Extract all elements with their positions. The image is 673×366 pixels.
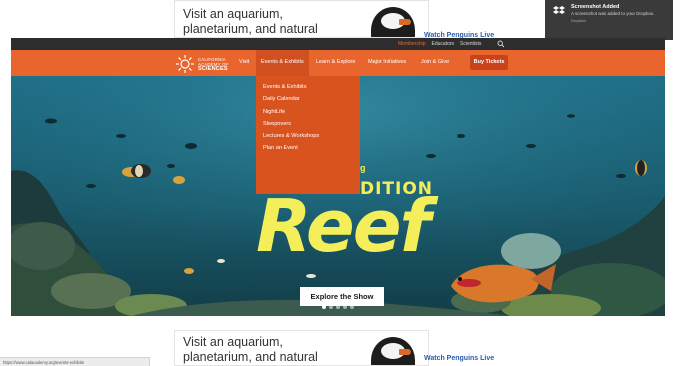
ad-banner-top[interactable]: Visit an aquarium, planetarium, and natu… [174, 0, 429, 38]
dropdown-item-lectures-workshops[interactable]: Lectures & Workshops [263, 130, 360, 142]
notification-source: Dropbox [571, 18, 587, 23]
ad-text: Visit an aquarium, planetarium, and natu… [183, 7, 318, 36]
carousel-dot[interactable] [336, 305, 340, 309]
penguin-image [363, 333, 421, 365]
utility-links: Membership Educators Scientists [398, 40, 481, 48]
carousel-dot[interactable] [322, 305, 326, 309]
nav-visit[interactable]: Visit [239, 59, 249, 65]
dropdown-item-sleepovers[interactable]: Sleepovers [263, 118, 360, 130]
buy-tickets-button[interactable]: Buy Tickets [470, 55, 508, 70]
scientists-link[interactable]: Scientists [460, 40, 481, 48]
explore-the-show-button[interactable]: Explore the Show [300, 287, 384, 306]
main-nav: CALIFORNIA ACADEMY OF SCIENCES Visit Eve… [11, 50, 665, 76]
utility-bar: Membership Educators Scientists [11, 38, 665, 50]
sun-logo-icon [176, 55, 194, 73]
carousel-dot[interactable] [350, 305, 354, 309]
nav-events-exhibits[interactable]: Events & Exhibits [256, 50, 309, 76]
status-bar-url: https://www.calacademy.org/events-exhibi… [0, 357, 150, 366]
carousel-dots [322, 305, 354, 309]
hero-kicker: g [360, 163, 366, 173]
educators-link[interactable]: Educators [432, 40, 455, 48]
dropbox-notification[interactable]: Screenshot Added A screenshot was added … [545, 0, 673, 40]
membership-link[interactable]: Membership [398, 40, 426, 48]
dropdown-item-nightlife[interactable]: NightLife [263, 106, 360, 118]
dropdown-item-events-exhibits[interactable]: Events & Exhibits [263, 81, 360, 93]
nav-join-give[interactable]: Join & Give [421, 59, 449, 65]
watch-penguins-link[interactable]: Watch Penguins Live [424, 355, 494, 362]
events-exhibits-dropdown: Events & Exhibits Daily Calendar NightLi… [256, 76, 360, 194]
notification-title: Screenshot Added [571, 4, 620, 10]
notification-body: A screenshot was added to your Dropbox. [571, 11, 655, 16]
screen: Visit an aquarium, planetarium, and natu… [0, 0, 673, 366]
hero-title: Reef [256, 184, 431, 268]
academy-logo[interactable]: CALIFORNIA ACADEMY OF SCIENCES [175, 54, 228, 74]
penguin-image [363, 3, 421, 37]
carousel-dot[interactable] [343, 305, 347, 309]
ad-banner-bottom[interactable]: Visit an aquarium, planetarium, and natu… [174, 330, 429, 366]
dropdown-item-daily-calendar[interactable]: Daily Calendar [263, 93, 360, 105]
dropbox-icon [553, 6, 565, 14]
nav-major-initiatives[interactable]: Major Initiatives [368, 59, 406, 65]
ad-text: Visit an aquarium, planetarium, and natu… [183, 335, 318, 364]
carousel-dot[interactable] [329, 305, 333, 309]
search-icon[interactable] [497, 40, 505, 48]
dropdown-item-plan-an-event[interactable]: Plan an Event [263, 142, 360, 154]
nav-learn-explore[interactable]: Learn & Explore [316, 59, 355, 65]
logo-text: CALIFORNIA ACADEMY OF SCIENCES [198, 56, 229, 72]
website-frame: Membership Educators Scientists CALIFORN… [11, 38, 665, 316]
